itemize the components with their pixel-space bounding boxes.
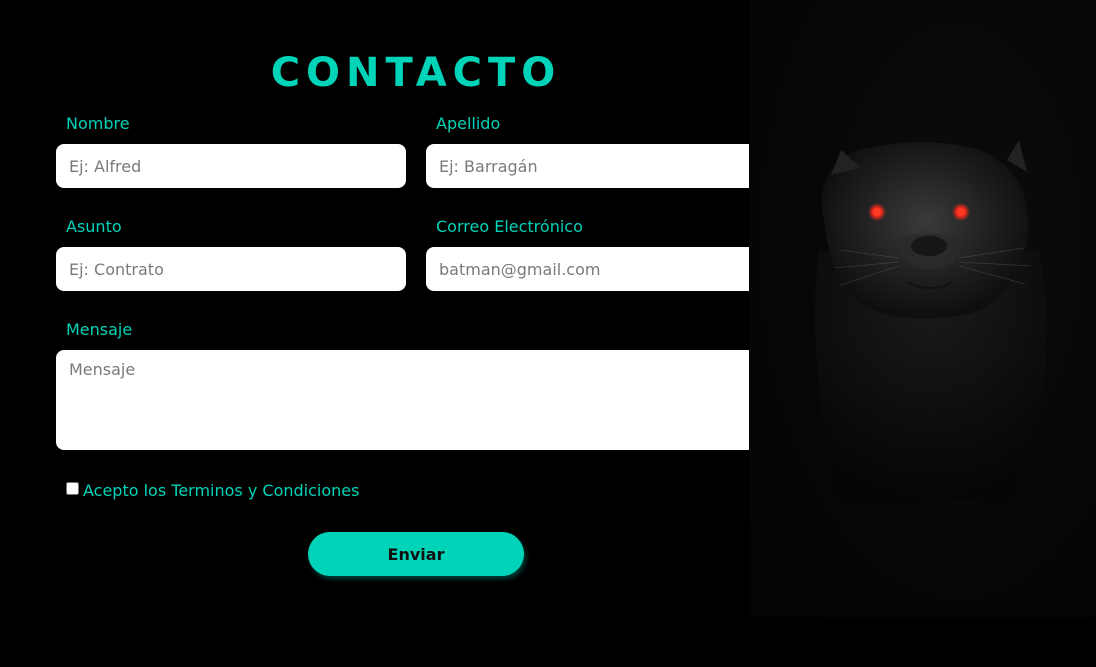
black-panther-image [749, 0, 1096, 617]
asunto-input[interactable] [56, 247, 406, 291]
correo-label: Correo Electrónico [436, 217, 583, 236]
enviar-button[interactable]: Enviar [308, 532, 524, 576]
terms-label[interactable]: Acepto los Terminos y Condiciones [83, 481, 359, 500]
contact-page: CONTACTO Nombre Apellido Asunto Correo E… [0, 0, 1096, 667]
apellido-input[interactable] [426, 144, 776, 188]
mensaje-textarea[interactable] [56, 350, 776, 450]
nombre-input[interactable] [56, 144, 406, 188]
apellido-label: Apellido [436, 114, 501, 133]
page-title: CONTACTO [270, 50, 562, 96]
mensaje-label: Mensaje [66, 320, 133, 339]
nombre-label: Nombre [66, 114, 130, 133]
terms-checkbox[interactable] [66, 482, 79, 495]
correo-input[interactable] [426, 247, 776, 291]
terms-row: Acepto los Terminos y Condiciones [66, 481, 359, 500]
asunto-label: Asunto [66, 217, 122, 236]
panther-illustration [815, 140, 1047, 500]
